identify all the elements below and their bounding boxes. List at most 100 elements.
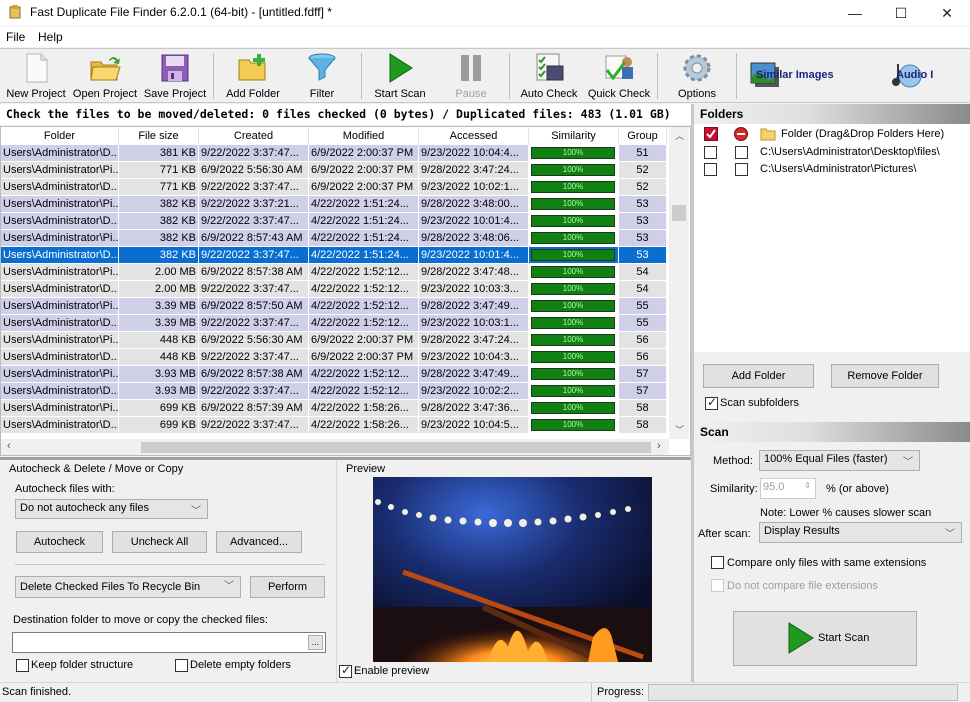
audio-button[interactable]: Audio I bbox=[890, 57, 933, 93]
cell-group: 56 bbox=[619, 332, 666, 348]
similarity-bar: 100% bbox=[531, 181, 615, 193]
table-row[interactable]: Users\Administrator\Pi... 3.93 MB 6/9/2022… bbox=[1, 366, 669, 383]
perform-button[interactable]: Perform bbox=[250, 576, 325, 598]
cell-modified: 4/22/2022 1:52:12... bbox=[309, 298, 418, 314]
folder-item[interactable]: C:\Users\Administrator\Pictures\ bbox=[760, 163, 916, 175]
title-bar: Fast Duplicate File Finder 6.2.0.1 (64-b… bbox=[0, 0, 970, 26]
column-header-accessed[interactable]: Accessed bbox=[419, 127, 529, 145]
column-header-folder[interactable]: Folder bbox=[1, 127, 119, 145]
table-row[interactable]: Users\Administrator\Pi... 3.39 MB 6/9/2022… bbox=[1, 298, 669, 315]
save-floppy-icon bbox=[161, 54, 189, 82]
after-scan-select[interactable]: Display Results ﹀ bbox=[759, 522, 962, 543]
similarity-bar: 100% bbox=[531, 351, 615, 363]
scan-subfolders-checkbox[interactable] bbox=[705, 395, 718, 410]
table-row[interactable]: Users\Administrator\Pi... 2.00 MB 6/9/2022… bbox=[1, 264, 669, 281]
cell-created: 9/22/2022 3:37:47... bbox=[199, 213, 308, 229]
compare-same-ext-checkbox[interactable] bbox=[711, 556, 724, 569]
remove-folder-button[interactable]: Remove Folder bbox=[831, 364, 939, 388]
scroll-left-icon[interactable]: ‹ bbox=[7, 440, 11, 452]
folder-include-checkbox[interactable] bbox=[704, 163, 717, 176]
column-header-group[interactable]: Group bbox=[619, 127, 667, 145]
similar-images-button[interactable]: Similar Images bbox=[750, 57, 834, 93]
cell-folder: Users\Administrator\D... bbox=[1, 383, 118, 399]
add-folder-panel-button[interactable]: Add Folder bbox=[703, 364, 814, 388]
table-row[interactable]: Users\Administrator\Pi... 382 KB 9/22/2022… bbox=[1, 196, 669, 213]
similarity-spinner[interactable]: 95.0 ⇕ bbox=[760, 478, 816, 499]
table-row[interactable]: Users\Administrator\D... 699 KB 9/22/2022 … bbox=[1, 417, 669, 434]
folder-exclude-checkbox[interactable] bbox=[735, 146, 748, 159]
destination-input[interactable]: ... bbox=[12, 632, 326, 653]
autocheck-with-select[interactable]: Do not autocheck any files ﹀ bbox=[15, 499, 208, 519]
exclude-icon[interactable] bbox=[734, 127, 748, 141]
start-scan-button[interactable]: Start Scan bbox=[733, 611, 917, 666]
hscrollbar-thumb[interactable] bbox=[141, 442, 651, 453]
advanced-button[interactable]: Advanced... bbox=[216, 531, 302, 553]
preview-image bbox=[373, 477, 652, 662]
cell-group: 58 bbox=[619, 400, 666, 416]
keep-structure-checkbox[interactable] bbox=[16, 659, 29, 672]
table-row[interactable]: Users\Administrator\D... 448 KB 9/22/2022 … bbox=[1, 349, 669, 366]
horizontal-scrollbar[interactable]: ‹ › bbox=[1, 439, 669, 455]
minimize-button[interactable]: — bbox=[832, 0, 878, 26]
column-header-file-size[interactable]: File size bbox=[119, 127, 199, 145]
pause-button[interactable]: Pause bbox=[440, 51, 502, 101]
cell-folder: Users\Administrator\Pi... bbox=[1, 332, 118, 348]
cell-group: 56 bbox=[619, 349, 666, 365]
action-select[interactable]: Delete Checked Files To Recycle Bin ﹀ bbox=[15, 576, 241, 598]
autocheck-button[interactable]: Autocheck bbox=[16, 531, 103, 553]
folder-include-checkbox[interactable] bbox=[704, 146, 717, 159]
cell-similarity: 100% bbox=[529, 366, 618, 382]
maximize-button[interactable]: ☐ bbox=[878, 0, 924, 26]
folder-item[interactable]: C:\Users\Administrator\Desktop\files\ bbox=[760, 146, 940, 158]
table-row[interactable]: Users\Administrator\D... 3.93 MB 9/22/2022… bbox=[1, 383, 669, 400]
close-button[interactable]: ✕ bbox=[924, 0, 970, 26]
new-project-button[interactable]: New Project bbox=[2, 51, 70, 101]
cell-modified: 4/22/2022 1:52:12... bbox=[309, 281, 418, 297]
cell-group: 53 bbox=[619, 213, 666, 229]
folder-exclude-checkbox[interactable] bbox=[735, 163, 748, 176]
column-header-modified[interactable]: Modified bbox=[309, 127, 419, 145]
uncheck-all-button[interactable]: Uncheck All bbox=[112, 531, 207, 553]
delete-empty-checkbox[interactable] bbox=[175, 659, 188, 672]
start-scan-toolbar-button[interactable]: Start Scan bbox=[368, 51, 432, 101]
scroll-right-icon[interactable]: › bbox=[657, 440, 661, 452]
scroll-down-icon[interactable]: ﹀ bbox=[675, 423, 684, 436]
table-row[interactable]: Users\Administrator\Pi... 771 KB 6/9/2022 … bbox=[1, 162, 669, 179]
cell-similarity: 100% bbox=[529, 400, 618, 416]
cell-folder: Users\Administrator\D... bbox=[1, 213, 118, 229]
no-compare-ext-checkbox[interactable] bbox=[711, 579, 724, 592]
menu-file[interactable]: File bbox=[6, 30, 25, 44]
vertical-scrollbar[interactable]: ︿ ﹀ bbox=[669, 127, 689, 439]
filter-button[interactable]: Filter bbox=[290, 51, 354, 101]
auto-check-button[interactable]: Auto Check bbox=[516, 51, 582, 101]
table-row[interactable]: Users\Administrator\Pi... 382 KB 6/9/2022 … bbox=[1, 230, 669, 247]
table-row[interactable]: Users\Administrator\D... 771 KB 9/22/2022 … bbox=[1, 179, 669, 196]
quick-check-button[interactable]: Quick Check bbox=[584, 51, 654, 101]
table-row[interactable]: Users\Administrator\D... 2.00 MB 9/22/2022… bbox=[1, 281, 669, 298]
cell-accessed: 9/28/2022 3:47:24... bbox=[419, 162, 528, 178]
browse-button[interactable]: ... bbox=[308, 635, 323, 650]
scroll-up-icon[interactable]: ︿ bbox=[675, 129, 684, 142]
save-project-button[interactable]: Save Project bbox=[140, 51, 210, 101]
table-row[interactable]: Users\Administrator\Pi... 448 KB 6/9/2022 … bbox=[1, 332, 669, 349]
check-all-icon[interactable] bbox=[704, 127, 718, 141]
duplicate-summary: Check the files to be moved/deleted: 0 f… bbox=[0, 104, 691, 125]
menu-help[interactable]: Help bbox=[38, 30, 63, 44]
method-select[interactable]: 100% Equal Files (faster) ﹀ bbox=[759, 450, 920, 471]
table-row[interactable]: Users\Administrator\D... 382 KB 9/22/2022 … bbox=[1, 213, 669, 230]
options-button[interactable]: Options bbox=[666, 51, 728, 101]
enable-preview-checkbox[interactable] bbox=[339, 663, 352, 678]
column-header-created[interactable]: Created bbox=[199, 127, 309, 145]
scrollbar-thumb[interactable] bbox=[672, 205, 686, 221]
cell-modified: 6/9/2022 2:00:37 PM bbox=[309, 349, 418, 365]
pause-icon bbox=[461, 55, 481, 81]
table-row[interactable]: Users\Administrator\D... 381 KB 9/22/2022 … bbox=[1, 145, 669, 162]
spinner-arrows-icon[interactable]: ⇕ bbox=[804, 481, 811, 490]
table-row[interactable]: Users\Administrator\D... 3.39 MB 9/22/2022… bbox=[1, 315, 669, 332]
cell-accessed: 9/28/2022 3:48:06... bbox=[419, 230, 528, 246]
add-folder-button[interactable]: Add Folder bbox=[220, 51, 286, 101]
column-header-similarity[interactable]: Similarity bbox=[529, 127, 619, 145]
table-row[interactable]: Users\Administrator\D... 382 KB 9/22/2022 … bbox=[1, 247, 669, 264]
table-row[interactable]: Users\Administrator\Pi... 699 KB 6/9/2022 … bbox=[1, 400, 669, 417]
open-project-button[interactable]: Open Project bbox=[70, 51, 140, 101]
